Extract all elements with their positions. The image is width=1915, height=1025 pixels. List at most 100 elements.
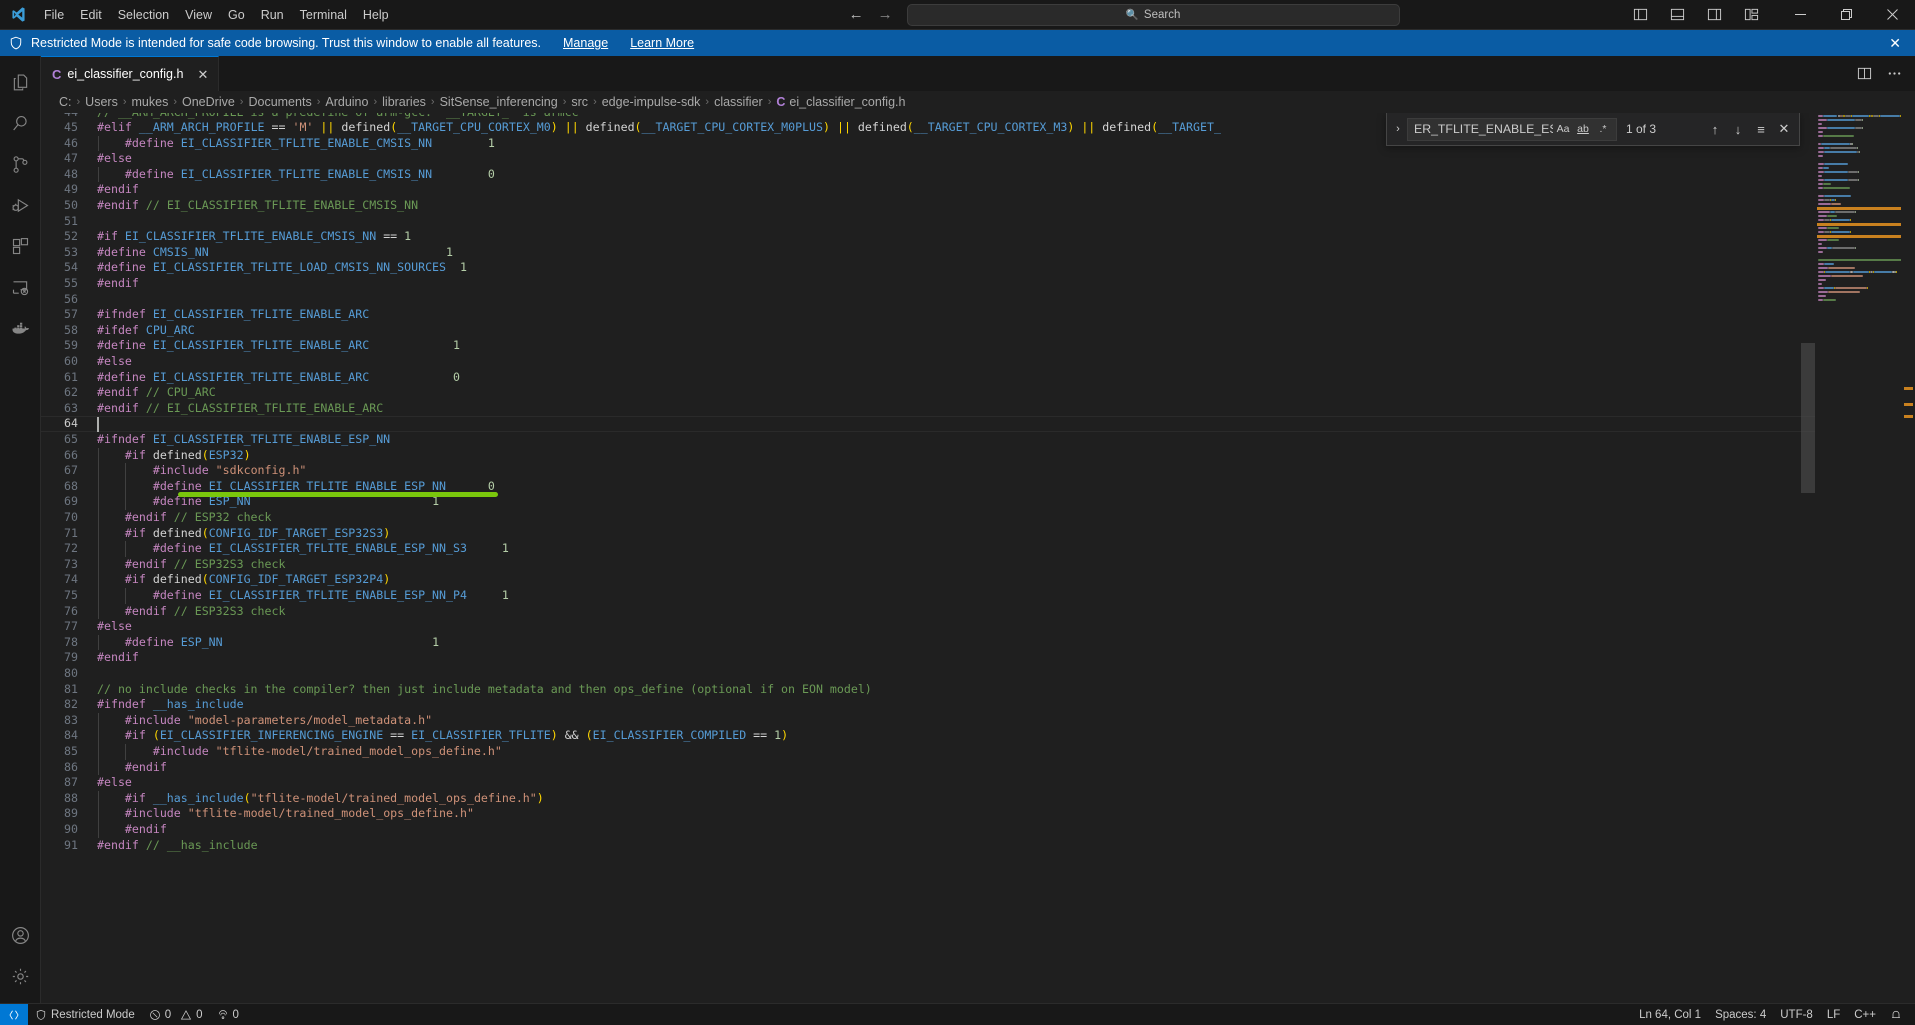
breadcrumb-segment-documents[interactable]: Documents xyxy=(248,95,311,109)
match-case-icon[interactable]: Aa xyxy=(1553,119,1573,139)
breadcrumb-segment-src[interactable]: src xyxy=(571,95,588,109)
more-actions-icon[interactable] xyxy=(1881,61,1907,87)
code-line[interactable]: 89 #include "tflite-model/trained_model_… xyxy=(41,806,1815,822)
status-encoding[interactable]: UTF-8 xyxy=(1773,1004,1820,1025)
find-input-box[interactable]: Aa ab .* xyxy=(1407,118,1617,141)
code-line[interactable]: 79#endif xyxy=(41,650,1815,666)
activity-extensions-icon[interactable] xyxy=(0,226,41,267)
tab-close-icon[interactable]: ✕ xyxy=(197,68,208,81)
activity-remote-explorer-icon[interactable] xyxy=(0,267,41,308)
editor-vertical-scrollbar[interactable] xyxy=(1801,113,1815,1003)
code-line[interactable]: 58#ifdef CPU_ARC xyxy=(41,323,1815,339)
code-line[interactable]: 82#ifndef __has_include xyxy=(41,697,1815,713)
banner-learn-more-link[interactable]: Learn More xyxy=(630,36,694,50)
status-eol[interactable]: LF xyxy=(1820,1004,1847,1025)
toggle-secondary-sidebar-icon[interactable] xyxy=(1698,1,1730,29)
menu-help[interactable]: Help xyxy=(355,0,397,29)
code-line[interactable]: 59#define EI_CLASSIFIER_TFLITE_ENABLE_AR… xyxy=(41,338,1815,354)
code-line[interactable]: 72 #define EI_CLASSIFIER_TFLITE_ENABLE_E… xyxy=(41,541,1815,557)
overview-ruler[interactable] xyxy=(1901,113,1915,1003)
code-line[interactable]: 84 #if (EI_CLASSIFIER_INFERENCING_ENGINE… xyxy=(41,728,1815,744)
whole-word-icon[interactable]: ab xyxy=(1573,119,1593,139)
breadcrumb-segment-sitsense[interactable]: SitSense_inferencing xyxy=(440,95,558,109)
breadcrumb-segment-arduino[interactable]: Arduino xyxy=(325,95,368,109)
use-regex-icon[interactable]: .* xyxy=(1593,119,1613,139)
scrollbar-thumb[interactable] xyxy=(1801,343,1815,493)
code-line[interactable]: 83 #include "model-parameters/model_meta… xyxy=(41,713,1815,729)
code-line[interactable]: 50#endif // EI_CLASSIFIER_TFLITE_ENABLE_… xyxy=(41,198,1815,214)
restore-button[interactable] xyxy=(1823,0,1869,30)
code-line[interactable]: 54#define EI_CLASSIFIER_TFLITE_LOAD_CMSI… xyxy=(41,260,1815,276)
go-back-icon[interactable]: ← xyxy=(849,7,864,22)
toggle-replace-icon[interactable]: › xyxy=(1389,113,1407,145)
code-line[interactable]: 76 #endif // ESP32S3 check xyxy=(41,604,1815,620)
code-text-area[interactable]: 44// __ARM_ARCH_PROFILE is a predefine o… xyxy=(41,113,1815,1003)
code-line[interactable]: 51 xyxy=(41,214,1815,230)
menu-go[interactable]: Go xyxy=(220,0,253,29)
close-button[interactable] xyxy=(1869,0,1915,30)
status-ports[interactable]: 0 xyxy=(210,1004,246,1025)
breadcrumb-segment-drive[interactable]: C: xyxy=(59,95,72,109)
code-line[interactable]: 49#endif xyxy=(41,182,1815,198)
activity-explorer-icon[interactable] xyxy=(0,62,41,103)
activity-search-icon[interactable] xyxy=(0,103,41,144)
find-input[interactable] xyxy=(1414,122,1553,136)
minimap[interactable] xyxy=(1815,113,1915,1003)
split-editor-right-icon[interactable] xyxy=(1851,61,1877,87)
breadcrumb-segment-libraries[interactable]: libraries xyxy=(382,95,426,109)
code-line[interactable]: 86 #endif xyxy=(41,760,1815,776)
breadcrumb-segment-classifier[interactable]: classifier xyxy=(714,95,763,109)
code-line[interactable]: 68 #define EI_CLASSIFIER_TFLITE_ENABLE_E… xyxy=(41,479,1815,495)
status-remote-indicator[interactable] xyxy=(0,1004,28,1025)
code-line[interactable]: 71 #if defined(CONFIG_IDF_TARGET_ESP32S3… xyxy=(41,526,1815,542)
banner-close-icon[interactable]: ✕ xyxy=(1885,36,1905,50)
activity-accounts-icon[interactable] xyxy=(0,915,41,956)
code-line[interactable]: 78 #define ESP_NN 1 xyxy=(41,635,1815,651)
code-line[interactable]: 70 #endif // ESP32 check xyxy=(41,510,1815,526)
status-notifications-bell-icon[interactable] xyxy=(1883,1004,1909,1025)
activity-run-debug-icon[interactable] xyxy=(0,185,41,226)
code-line[interactable]: 66 #if defined(ESP32) xyxy=(41,448,1815,464)
code-line[interactable]: 56 xyxy=(41,292,1815,308)
find-next-icon[interactable]: ↓ xyxy=(1727,118,1749,140)
code-line[interactable]: 48 #define EI_CLASSIFIER_TFLITE_ENABLE_C… xyxy=(41,167,1815,183)
activity-settings-gear-icon[interactable] xyxy=(0,956,41,997)
command-center-search[interactable]: 🔍 Search xyxy=(907,4,1400,26)
activity-source-control-icon[interactable] xyxy=(0,144,41,185)
tab-ei-classifier-config-h[interactable]: C ei_classifier_config.h ✕ xyxy=(41,56,219,91)
status-indentation[interactable]: Spaces: 4 xyxy=(1708,1004,1773,1025)
code-line[interactable]: 65#ifndef EI_CLASSIFIER_TFLITE_ENABLE_ES… xyxy=(41,432,1815,448)
code-line[interactable]: 75 #define EI_CLASSIFIER_TFLITE_ENABLE_E… xyxy=(41,588,1815,604)
go-forward-icon[interactable]: → xyxy=(878,7,893,22)
status-language-mode[interactable]: C++ xyxy=(1847,1004,1883,1025)
code-line[interactable]: 55#endif xyxy=(41,276,1815,292)
code-line[interactable]: 81// no include checks in the compiler? … xyxy=(41,682,1815,698)
minimize-button[interactable] xyxy=(1777,0,1823,30)
status-problems[interactable]: 0 0 xyxy=(142,1004,210,1025)
menu-terminal[interactable]: Terminal xyxy=(292,0,355,29)
toggle-panel-icon[interactable] xyxy=(1661,1,1693,29)
find-close-icon[interactable]: ✕ xyxy=(1773,118,1795,140)
code-line[interactable]: 60#else xyxy=(41,354,1815,370)
status-restricted-mode[interactable]: Restricted Mode xyxy=(28,1004,142,1025)
code-line[interactable]: 85 #include "tflite-model/trained_model_… xyxy=(41,744,1815,760)
code-line[interactable]: 57#ifndef EI_CLASSIFIER_TFLITE_ENABLE_AR… xyxy=(41,307,1815,323)
customize-layout-icon[interactable] xyxy=(1735,1,1767,29)
code-line[interactable]: 69 #define ESP_NN 1 xyxy=(41,494,1815,510)
breadcrumb-segment-file[interactable]: ei_classifier_config.h xyxy=(789,95,905,109)
code-line[interactable]: 77#else xyxy=(41,619,1815,635)
menu-file[interactable]: File xyxy=(36,0,72,29)
find-in-selection-icon[interactable]: ≡ xyxy=(1750,118,1772,140)
breadcrumb-segment-onedrive[interactable]: OneDrive xyxy=(182,95,235,109)
menu-selection[interactable]: Selection xyxy=(110,0,177,29)
banner-manage-link[interactable]: Manage xyxy=(563,36,608,50)
breadcrumb-segment-users[interactable]: Users xyxy=(85,95,118,109)
code-line[interactable]: 80 xyxy=(41,666,1815,682)
code-line[interactable]: 53#define CMSIS_NN 1 xyxy=(41,245,1815,261)
code-line[interactable]: 67 #include "sdkconfig.h" xyxy=(41,463,1815,479)
code-line[interactable]: 88 #if __has_include("tflite-model/train… xyxy=(41,791,1815,807)
menu-run[interactable]: Run xyxy=(253,0,292,29)
toggle-primary-sidebar-icon[interactable] xyxy=(1624,1,1656,29)
code-line[interactable]: 90 #endif xyxy=(41,822,1815,838)
breadcrumb-segment-edge-impulse-sdk[interactable]: edge-impulse-sdk xyxy=(602,95,701,109)
